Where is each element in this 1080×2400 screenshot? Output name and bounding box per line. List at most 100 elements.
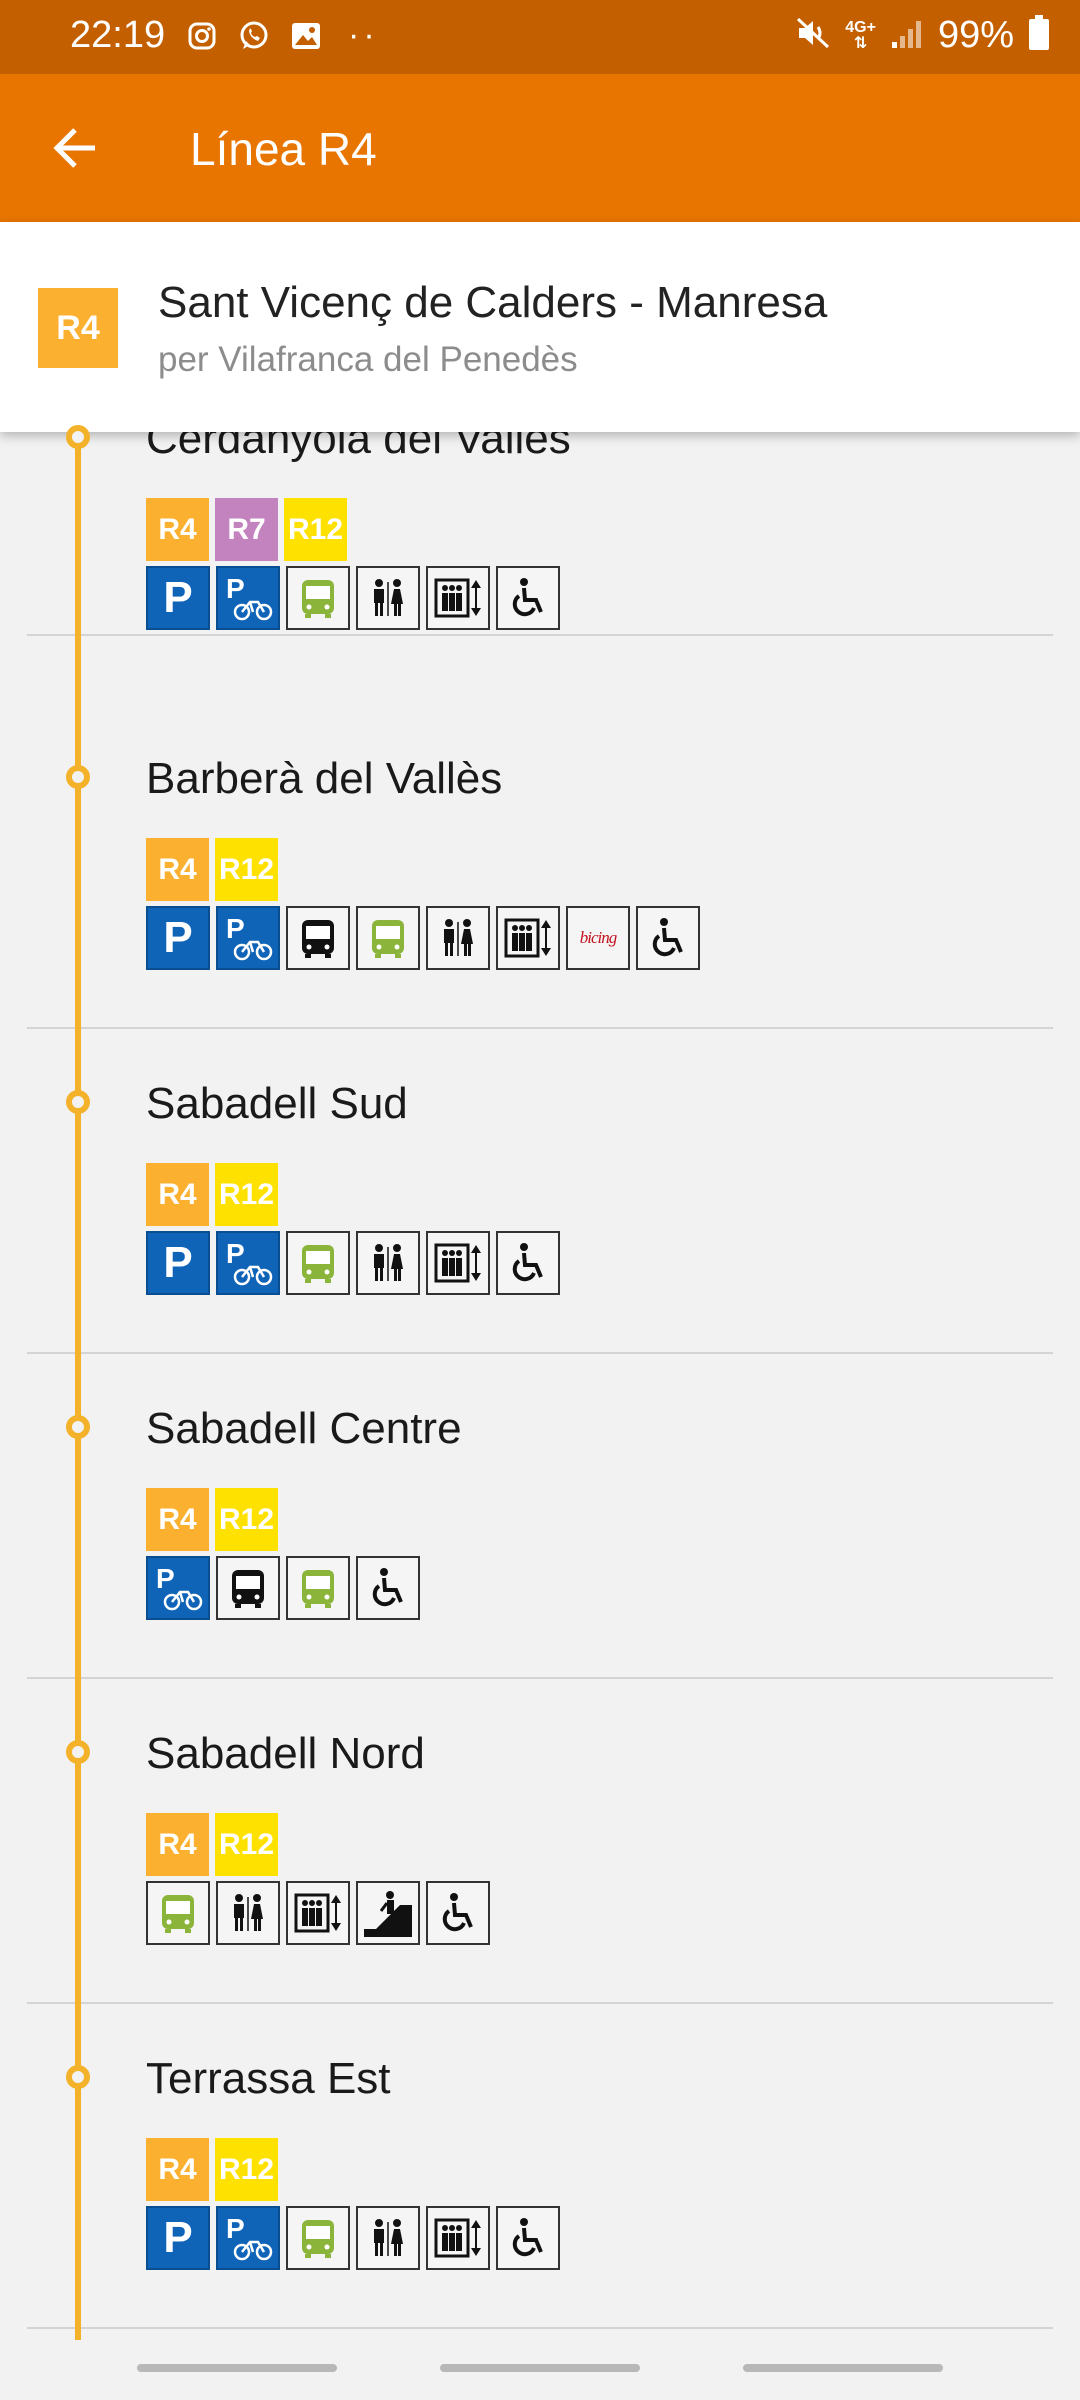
nav-home-button[interactable] bbox=[440, 2364, 640, 2372]
nav-back-button[interactable] bbox=[743, 2364, 943, 2372]
battery-percent: 99% bbox=[937, 14, 1014, 56]
elevator-icon bbox=[286, 1881, 350, 1945]
back-button[interactable] bbox=[40, 118, 110, 178]
station-services: PP bbox=[146, 1231, 560, 1295]
navigation-bar bbox=[0, 2340, 1080, 2400]
instagram-icon bbox=[184, 18, 220, 54]
intercity-bus-icon bbox=[146, 1881, 210, 1945]
notification-icons: ·· bbox=[184, 16, 379, 55]
accessible-icon bbox=[496, 566, 560, 630]
line-badge-r12: R12 bbox=[284, 498, 347, 561]
parking-icon: P bbox=[146, 906, 210, 970]
status-time: 22:19 bbox=[70, 14, 166, 56]
parking-icon: P bbox=[146, 1231, 210, 1295]
line-badges: R4 R12 bbox=[146, 1488, 278, 1551]
urban-bus-icon bbox=[216, 1556, 280, 1620]
accessible-icon bbox=[496, 2206, 560, 2270]
svg-text:P: P bbox=[226, 913, 245, 944]
station-services: PP bbox=[146, 2206, 560, 2270]
battery-icon bbox=[1028, 15, 1050, 56]
accessible-icon bbox=[356, 1556, 420, 1620]
accessible-icon bbox=[426, 1881, 490, 1945]
escalator-icon bbox=[356, 1881, 420, 1945]
elevator-icon bbox=[496, 906, 560, 970]
elevator-icon bbox=[426, 1231, 490, 1295]
svg-text:P: P bbox=[156, 1563, 175, 1594]
line-badges: R4 R12 bbox=[146, 1163, 278, 1226]
line-badge-r12: R12 bbox=[215, 838, 278, 901]
line-badge: R4 bbox=[38, 288, 118, 368]
stop-marker bbox=[66, 425, 90, 449]
stop-marker bbox=[66, 1090, 90, 1114]
divider bbox=[27, 634, 1053, 636]
bike-parking-icon: P bbox=[216, 906, 280, 970]
line-header: R4 Sant Vicenç de Calders - Manresa per … bbox=[0, 222, 1080, 432]
urban-bus-icon bbox=[286, 906, 350, 970]
svg-text:P: P bbox=[226, 2213, 245, 2244]
intercity-bus-icon bbox=[356, 906, 420, 970]
line-badges: R4 R12 bbox=[146, 838, 278, 901]
line-badge-r4: R4 bbox=[146, 1488, 209, 1551]
stop-name: Sabadell Centre bbox=[146, 1404, 462, 1453]
status-bar: 22:19 ·· 4G+ ⇅ 99% bbox=[0, 0, 1080, 74]
station-services: PP bbox=[146, 566, 560, 630]
stop-item[interactable]: Cerdanyola del Vallès R4 R7 R12 P P bbox=[0, 414, 1080, 704]
more-notifications: ·· bbox=[348, 16, 379, 54]
line-badge-r7: R7 bbox=[215, 498, 278, 561]
line-badge-r12: R12 bbox=[215, 1488, 278, 1551]
bike-parking-icon: P bbox=[216, 2206, 280, 2270]
svg-text:P: P bbox=[226, 1238, 245, 1269]
elevator-icon bbox=[426, 566, 490, 630]
accessible-icon bbox=[496, 1231, 560, 1295]
line-badges: R4 R12 bbox=[146, 1813, 278, 1876]
network-4g-icon: 4G+ ⇅ bbox=[845, 18, 876, 52]
line-badges: R4 R7 R12 bbox=[146, 498, 347, 561]
back-arrow-icon bbox=[53, 128, 95, 168]
stop-name: Terrassa Est bbox=[146, 2054, 391, 2103]
line-route: Sant Vicenç de Calders - Manresa bbox=[158, 278, 828, 327]
bike-parking-icon: P bbox=[216, 566, 280, 630]
stop-item[interactable]: Sabadell Nord R4 R12 bbox=[0, 1679, 1080, 2004]
bike-parking-icon: P bbox=[146, 1556, 210, 1620]
toilets-icon bbox=[356, 1231, 420, 1295]
line-badge-r4: R4 bbox=[146, 498, 209, 561]
stop-name: Barberà del Vallès bbox=[146, 754, 503, 803]
svg-text:P: P bbox=[226, 573, 245, 604]
stop-list: Cerdanyola del Vallès R4 R7 R12 P P Barberà de… bbox=[0, 414, 1080, 2329]
stop-name: Sabadell Sud bbox=[146, 1079, 408, 1128]
gallery-icon bbox=[288, 18, 324, 54]
stop-marker bbox=[66, 1415, 90, 1439]
line-via: per Vilafranca del Penedès bbox=[158, 340, 578, 379]
accessible-icon bbox=[636, 906, 700, 970]
intercity-bus-icon bbox=[286, 566, 350, 630]
stop-item[interactable]: Barberà del Vallès R4 R12 P Pbicing bbox=[0, 704, 1080, 1029]
line-badge-r12: R12 bbox=[215, 1813, 278, 1876]
line-badge-r4: R4 bbox=[146, 2138, 209, 2201]
intercity-bus-icon bbox=[286, 2206, 350, 2270]
elevator-icon bbox=[426, 2206, 490, 2270]
station-services: P bbox=[146, 1556, 420, 1620]
system-icons: 4G+ ⇅ 99% bbox=[795, 14, 1050, 57]
parking-icon: P bbox=[146, 566, 210, 630]
stop-marker bbox=[66, 1740, 90, 1764]
toilets-icon bbox=[426, 906, 490, 970]
stop-item[interactable]: Sabadell Centre R4 R12 P bbox=[0, 1354, 1080, 1679]
parking-icon: P bbox=[146, 2206, 210, 2270]
whatsapp-icon bbox=[236, 18, 272, 54]
line-badge-r4: R4 bbox=[146, 838, 209, 901]
toilets-icon bbox=[216, 1881, 280, 1945]
mute-icon bbox=[795, 16, 831, 55]
intercity-bus-icon bbox=[286, 1556, 350, 1620]
intercity-bus-icon bbox=[286, 1231, 350, 1295]
toilets-icon bbox=[356, 2206, 420, 2270]
toilets-icon bbox=[356, 566, 420, 630]
stop-marker bbox=[66, 2065, 90, 2089]
page-title: Línea R4 bbox=[190, 123, 377, 175]
stop-marker bbox=[66, 765, 90, 789]
station-services bbox=[146, 1881, 490, 1945]
nav-recents-button[interactable] bbox=[137, 2364, 337, 2372]
stop-item[interactable]: Sabadell Sud R4 R12 P P bbox=[0, 1029, 1080, 1354]
app-bar: Línea R4 bbox=[0, 74, 1080, 222]
line-badge-r4: R4 bbox=[146, 1813, 209, 1876]
stop-item[interactable]: Terrassa Est R4 R12 P P bbox=[0, 2004, 1080, 2329]
